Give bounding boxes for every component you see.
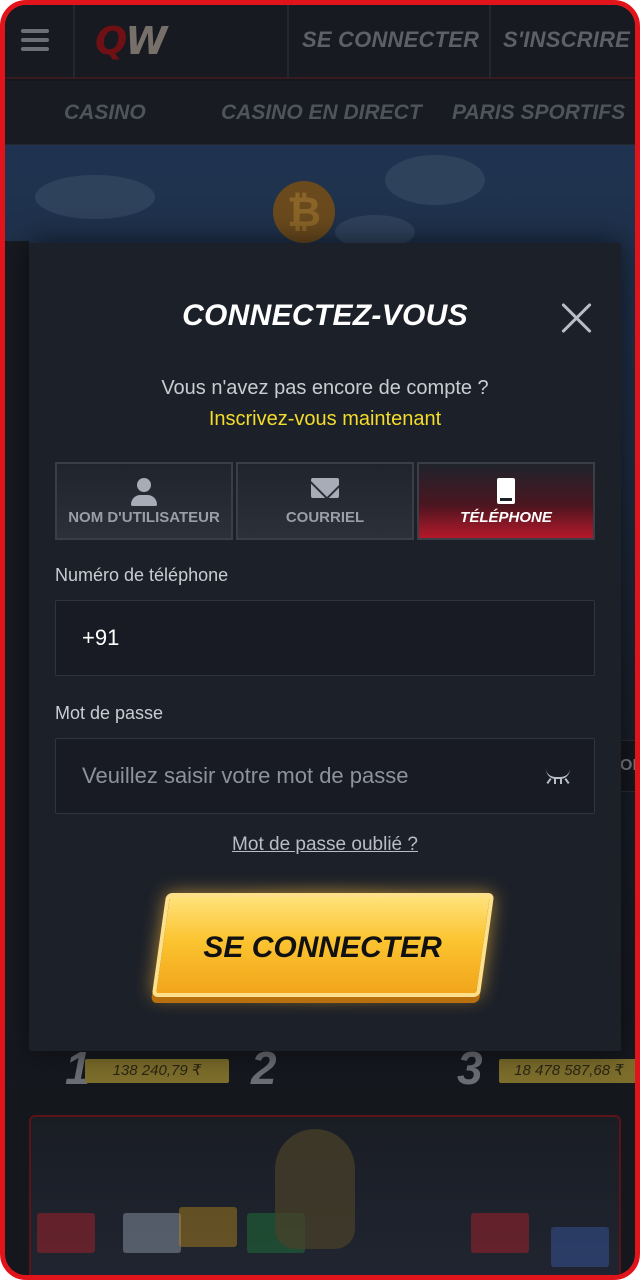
logo-q: Q xyxy=(95,19,127,63)
nav-item-sports-betting[interactable]: PARIS SPORTIFS xyxy=(452,101,625,125)
cloud-decoration xyxy=(385,155,485,205)
tab-label: COURRIEL xyxy=(285,509,365,526)
password-label: Mot de passe xyxy=(55,703,164,723)
tab-username[interactable]: NOM D'UTILISATEUR xyxy=(55,462,233,540)
login-modal: CONNECTEZ-VOUS Vous n'avez pas encore de… xyxy=(29,243,621,1051)
forgot-password-link[interactable]: Mot de passe oublié ? xyxy=(29,834,621,856)
top-bar: QW SE CONNECTER S'INSCRIRE xyxy=(5,5,635,79)
logo[interactable]: QW xyxy=(95,19,205,63)
bitcoin-icon: ₿ xyxy=(273,181,335,243)
app-frame: QW SE CONNECTER S'INSCRIRE CASINO CASINO… xyxy=(0,0,640,1280)
page-edge xyxy=(5,241,29,1041)
leader-amount-3: 18 478 587,68 ₹ xyxy=(499,1059,635,1083)
login-button-wrap: SE CONNECTER xyxy=(143,879,503,1011)
flag-spain xyxy=(179,1207,237,1247)
header-login-link[interactable]: SE CONNECTER xyxy=(302,27,479,53)
tab-email[interactable]: COURRIEL xyxy=(236,462,414,540)
mail-icon xyxy=(311,478,339,498)
logo-w: W xyxy=(125,19,167,63)
phone-field-box xyxy=(55,600,595,676)
nav-item-live-casino[interactable]: CASINO EN DIRECT xyxy=(221,101,422,125)
flag xyxy=(471,1213,529,1253)
signup-link[interactable]: Inscrivez-vous maintenant xyxy=(29,408,621,431)
header-register-link[interactable]: S'INSCRIRE xyxy=(503,27,630,53)
trophy-icon xyxy=(275,1129,355,1249)
menu-icon[interactable] xyxy=(21,29,49,51)
flag xyxy=(123,1213,181,1253)
eye-closed-icon[interactable] xyxy=(544,769,572,785)
phone-label: Numéro de téléphone xyxy=(55,565,229,585)
password-field-box xyxy=(55,738,595,814)
tab-phone[interactable]: TÉLÉPHONE xyxy=(417,462,595,540)
tab-label: NOM D'UTILISATEUR xyxy=(68,509,220,526)
nav-item-casino[interactable]: CASINO xyxy=(64,101,146,125)
no-account-text: Vous n'avez pas encore de compte ? xyxy=(161,377,489,399)
phone-input[interactable] xyxy=(56,601,594,675)
login-button-label: SE CONNECTER xyxy=(203,931,442,964)
divider xyxy=(287,5,289,79)
modal-title: CONNECTEZ-VOUS xyxy=(182,299,468,332)
phone-icon xyxy=(497,478,515,504)
flag xyxy=(551,1227,609,1267)
flag-canada xyxy=(37,1213,95,1253)
divider xyxy=(73,5,75,79)
login-button[interactable]: SE CONNECTER xyxy=(151,893,495,997)
password-input[interactable] xyxy=(56,739,594,813)
cloud-decoration xyxy=(35,175,155,219)
divider xyxy=(489,5,491,79)
user-icon xyxy=(131,478,157,506)
main-nav: CASINO CASINO EN DIRECT PARIS SPORTIFS xyxy=(5,81,635,145)
close-icon[interactable] xyxy=(557,297,597,337)
tab-label: TÉLÉPHONE xyxy=(460,509,552,526)
leader-amount-1: 138 240,79 ₹ xyxy=(85,1059,229,1083)
